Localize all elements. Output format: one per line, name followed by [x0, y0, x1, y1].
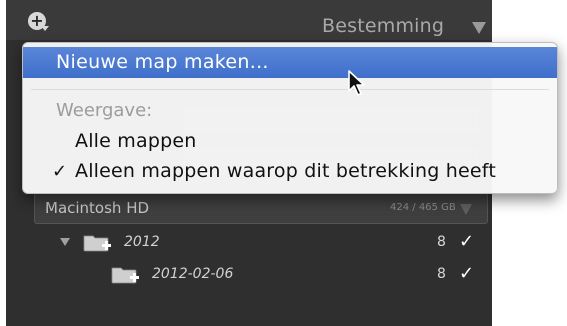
- menu-divider: [31, 89, 549, 90]
- menu-item-relevant-folders-only[interactable]: Alleen mappen waarop dit betrekking heef…: [75, 160, 496, 182]
- folder-check-mark[interactable]: ✓: [459, 231, 474, 252]
- folder-name: 2012-02-06: [152, 266, 234, 282]
- folder-count: 8: [437, 234, 446, 250]
- collapse-triangle-icon[interactable]: [472, 22, 486, 34]
- folder-count: 8: [437, 266, 446, 282]
- volume-size: 424 / 465 GB: [390, 202, 456, 213]
- folder-plus-icon: [83, 235, 111, 252]
- menu-item-label: Nieuwe map maken...: [56, 51, 269, 73]
- folder-name: 2012: [124, 234, 160, 250]
- arrow-cursor-icon: [348, 70, 365, 96]
- disclosure-triangle-icon[interactable]: [60, 238, 70, 246]
- panel-header: + Bestemming: [6, 0, 492, 40]
- volume-row[interactable]: Macintosh HD 424 / 465 GB: [34, 192, 488, 224]
- folder-check-mark[interactable]: ✓: [459, 263, 474, 284]
- folder-row[interactable]: 2012-02-06 8 ✓: [6, 262, 492, 288]
- menu-item-all-folders[interactable]: Alle mappen: [75, 130, 197, 152]
- plus-menu-caret-icon: [41, 26, 49, 31]
- menu-check-mark: ✓: [52, 161, 68, 182]
- folder-plus-icon: [111, 267, 139, 284]
- panel-title[interactable]: Bestemming: [322, 15, 444, 37]
- volume-name: Macintosh HD: [45, 199, 150, 217]
- folder-row[interactable]: 2012 8 ✓: [6, 230, 492, 256]
- menu-item-new-folder[interactable]: Nieuwe map maken...: [23, 47, 557, 78]
- add-folder-menu: Nieuwe map maken... Weergave: Alle mappe…: [22, 42, 558, 194]
- menu-section-label: Weergave:: [56, 100, 153, 121]
- triangle-down-icon[interactable]: [460, 204, 472, 215]
